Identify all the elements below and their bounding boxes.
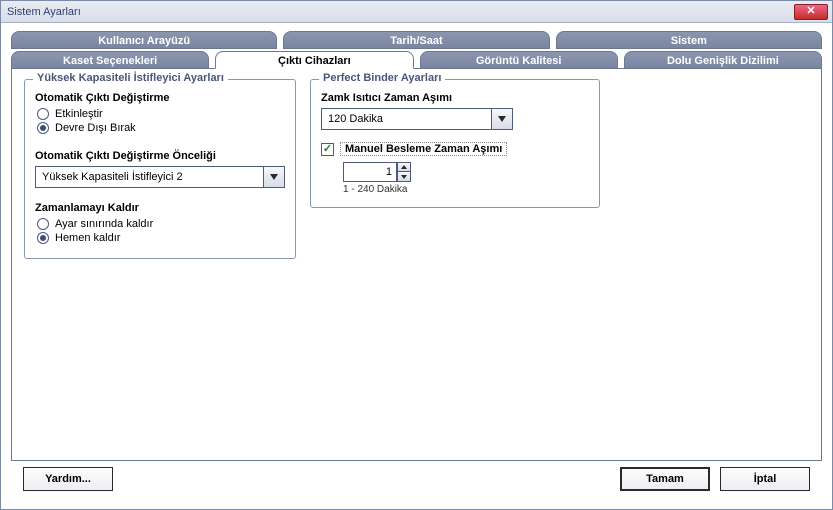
cancel-button[interactable]: İptal <box>720 467 810 491</box>
binder-group-title: Perfect Binder Ayarları <box>319 72 445 84</box>
radio-enable[interactable]: Etkinleştir <box>37 108 285 120</box>
tab-full-width-array[interactable]: Dolu Genişlik Dizilimi <box>624 51 822 69</box>
radio-enable-label: Etkinleştir <box>55 108 103 120</box>
footer: Yardım... Tamam İptal <box>11 461 822 505</box>
radio-unload-limit-label: Ayar sınırında kaldır <box>55 218 153 230</box>
radio-icon <box>37 218 49 230</box>
close-button[interactable]: ✕ <box>794 4 828 20</box>
tab-user-interface[interactable]: Kullanıcı Arayüzü <box>11 31 277 49</box>
help-button[interactable]: Yardım... <box>23 467 113 491</box>
heater-timeout-select[interactable]: 120 Dakika <box>321 108 589 130</box>
manual-feed-value[interactable]: 1 <box>343 162 397 182</box>
manual-feed-checkbox-row[interactable]: Manuel Besleme Zaman Aşımı <box>321 142 589 156</box>
spinner-down[interactable] <box>397 172 411 182</box>
manual-feed-checkbox[interactable] <box>321 143 334 156</box>
footer-right: Tamam İptal <box>620 467 810 491</box>
heater-timeout-label: Zamk Isıtıcı Zaman Aşımı <box>321 92 589 104</box>
radio-unload-now-label: Hemen kaldır <box>55 232 120 244</box>
tab-output-devices[interactable]: Çıktı Cihazları <box>215 51 413 69</box>
heater-timeout-value: 120 Dakika <box>321 108 491 130</box>
priority-value: Yüksek Kapasiteli İstifleyici 2 <box>35 166 263 188</box>
radio-icon <box>37 108 49 120</box>
radio-icon <box>37 122 49 134</box>
priority-select[interactable]: Yüksek Kapasiteli İstifleyici 2 <box>35 166 285 188</box>
chevron-down-icon <box>270 174 278 180</box>
priority-label: Otomatik Çıktı Değiştirme Önceliği <box>35 150 285 162</box>
content-area: Kullanıcı Arayüzü Tarih/Saat Sistem Kase… <box>1 23 832 509</box>
manual-feed-label: Manuel Besleme Zaman Aşımı <box>340 142 507 156</box>
chevron-down-icon <box>498 116 506 122</box>
chevron-down-icon <box>401 175 407 179</box>
radio-icon <box>37 232 49 244</box>
chevron-up-icon <box>401 165 407 169</box>
auto-switch-label: Otomatik Çıktı Değiştirme <box>35 92 285 104</box>
radio-unload-limit[interactable]: Ayar sınırında kaldır <box>37 218 285 230</box>
manual-feed-hint: 1 - 240 Dakika <box>343 184 589 195</box>
spinner-up[interactable] <box>397 162 411 172</box>
close-icon: ✕ <box>806 5 815 17</box>
radio-unload-now[interactable]: Hemen kaldır <box>37 232 285 244</box>
tab-tray-options[interactable]: Kaset Seçenekleri <box>11 51 209 69</box>
tab-row-secondary: Kaset Seçenekleri Çıktı Cihazları Görünt… <box>11 51 822 69</box>
radio-disable-label: Devre Dışı Bırak <box>55 122 136 134</box>
ok-button[interactable]: Tamam <box>620 467 710 491</box>
window-title: Sistem Ayarları <box>5 6 81 18</box>
tab-date-time[interactable]: Tarih/Saat <box>283 31 549 49</box>
priority-dropdown-button[interactable] <box>263 166 285 188</box>
tab-image-quality[interactable]: Görüntü Kalitesi <box>420 51 618 69</box>
binder-settings-group: Perfect Binder Ayarları Zamk Isıtıcı Zam… <box>310 79 600 208</box>
manual-feed-spinner[interactable]: 1 <box>343 162 589 182</box>
output-devices-panel: Yüksek Kapasiteli İstifleyici Ayarları O… <box>11 68 822 461</box>
heater-dropdown-button[interactable] <box>491 108 513 130</box>
spinner-buttons <box>397 162 411 182</box>
unload-label: Zamanlamayı Kaldır <box>35 202 285 214</box>
radio-disable[interactable]: Devre Dışı Bırak <box>37 122 285 134</box>
stacker-group-title: Yüksek Kapasiteli İstifleyici Ayarları <box>33 72 228 84</box>
system-settings-window: Sistem Ayarları ✕ Kullanıcı Arayüzü Tari… <box>0 0 833 510</box>
titlebar: Sistem Ayarları ✕ <box>1 1 832 23</box>
tab-system[interactable]: Sistem <box>556 31 822 49</box>
tab-row-primary: Kullanıcı Arayüzü Tarih/Saat Sistem <box>11 31 822 49</box>
stacker-settings-group: Yüksek Kapasiteli İstifleyici Ayarları O… <box>24 79 296 259</box>
